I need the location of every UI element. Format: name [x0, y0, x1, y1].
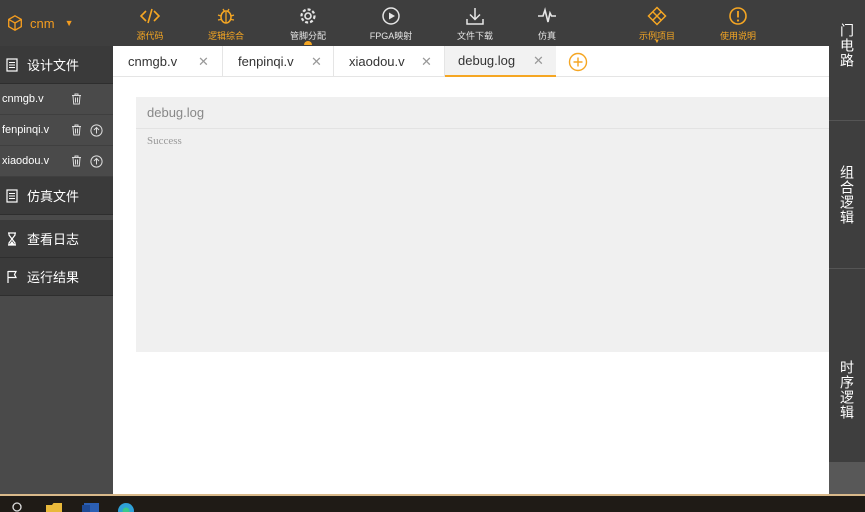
toolbar-label: FPGA映射 [369, 31, 413, 41]
add-tab-icon[interactable] [568, 52, 588, 72]
project-selector[interactable]: cnm ▼ [0, 0, 113, 46]
right-panel-label: 组合逻辑 [839, 165, 855, 225]
document-icon [6, 188, 18, 203]
flag-icon [7, 270, 17, 283]
upload-circle-icon[interactable] [90, 155, 103, 168]
trash-icon[interactable] [71, 155, 82, 167]
left-sidebar: 设计文件 cnmgb.v fenpinqi.v xiaodou.v 仿真文件 查… [0, 46, 113, 494]
toolbar-label: 文件下载 [456, 31, 493, 41]
editor-tab-bar: cnmgb.v ✕ fenpinqi.v ✕ xiaodou.v ✕ debug… [113, 46, 829, 77]
right-panel-gate-circuit[interactable]: 门电路 [829, 10, 865, 80]
tab-label: xiaodou.v [349, 54, 405, 69]
close-icon[interactable]: ✕ [311, 54, 322, 70]
document-icon [6, 57, 18, 72]
tab-label: debug.log [458, 53, 516, 68]
tab-xiaodou[interactable]: xiaodou.v ✕ [334, 46, 445, 77]
file-name: fenpinqi.v [2, 124, 50, 136]
search-icon[interactable] [12, 502, 24, 512]
right-panel-sequential-logic[interactable]: 时序逻辑 [829, 350, 865, 430]
sidebar-design-files[interactable]: 设计文件 [0, 46, 113, 84]
sidebar-view-log[interactable]: 查看日志 [0, 220, 113, 258]
diamond-grid-icon [647, 6, 667, 26]
right-panel-divider [829, 120, 865, 121]
trash-icon[interactable] [71, 124, 82, 136]
right-panel-footer [829, 462, 865, 494]
info-circle-icon [729, 7, 747, 25]
sidebar-section-label: 查看日志 [27, 232, 80, 247]
tab-debug-log[interactable]: debug.log ✕ [445, 46, 556, 77]
chevron-down-icon: ▼ [64, 18, 74, 28]
file-item[interactable]: fenpinqi.v [0, 115, 113, 146]
toolbar-label: 仿真 [537, 31, 556, 41]
file-item[interactable]: cnmgb.v [0, 84, 113, 115]
tab-label: cnmgb.v [128, 54, 178, 69]
download-icon [466, 8, 484, 25]
log-content: Success [147, 135, 182, 147]
file-name: xiaodou.v [2, 155, 50, 167]
top-toolbar: cnm ▼ 源代码 逻辑综合 管脚分配 FPGA映射 文件下载 仿真 示例项目 … [0, 0, 865, 46]
sidebar-run-result[interactable]: 运行结果 [0, 258, 113, 296]
browser-icon[interactable] [117, 502, 135, 512]
right-panel-combinational-logic[interactable]: 组合逻辑 [829, 155, 865, 235]
close-icon[interactable]: ✕ [421, 54, 432, 70]
tab-fenpinqi[interactable]: fenpinqi.v ✕ [223, 46, 334, 77]
toolbar-label: 逻辑综合 [207, 31, 244, 41]
tab-cnmgb[interactable]: cnmgb.v ✕ [113, 46, 223, 77]
folder-icon[interactable] [45, 502, 63, 512]
toolbar-logic-synthesis[interactable]: 逻辑综合 [191, 0, 261, 46]
toolbar-simulation[interactable]: 仿真 [512, 0, 582, 46]
file-item[interactable]: xiaodou.v [0, 146, 113, 177]
toolbar-user-guide[interactable]: 使用说明 [703, 0, 773, 46]
gear-icon [300, 8, 316, 24]
chevron-down-icon: ▼ [654, 39, 660, 45]
word-icon[interactable] [82, 502, 100, 512]
toolbar-label: 使用说明 [719, 31, 756, 41]
bug-icon [217, 8, 235, 24]
project-name: cnm [30, 15, 55, 31]
close-icon[interactable]: ✕ [533, 53, 544, 69]
toolbar-example-projects[interactable]: 示例项目 ▼ [622, 0, 692, 46]
toolbar-label: 源代码 [136, 31, 164, 41]
active-indicator [304, 41, 312, 45]
file-name: cnmgb.v [2, 93, 44, 105]
right-panel: 门电路 组合逻辑 时序逻辑 [829, 0, 865, 494]
waveform-icon [538, 7, 556, 23]
toolbar-fpga-mapping[interactable]: FPGA映射 [356, 0, 426, 46]
sidebar-sim-files[interactable]: 仿真文件 [0, 177, 113, 215]
sidebar-section-label: 设计文件 [27, 58, 80, 73]
toolbar-file-download[interactable]: 文件下载 [440, 0, 510, 46]
sidebar-section-label: 运行结果 [27, 270, 80, 285]
right-panel-label: 时序逻辑 [839, 360, 855, 420]
toolbar-source-code[interactable]: 源代码 [115, 0, 185, 46]
code-icon [140, 8, 160, 24]
right-panel-label: 门电路 [839, 22, 855, 68]
cube-icon [8, 15, 22, 31]
sidebar-section-label: 仿真文件 [27, 189, 80, 204]
log-title: debug.log [136, 97, 829, 129]
close-icon[interactable]: ✕ [198, 54, 209, 70]
toolbar-pin-assignment[interactable]: 管脚分配 [273, 0, 343, 46]
tab-label: fenpinqi.v [238, 54, 294, 69]
hourglass-icon [8, 231, 16, 246]
os-taskbar [0, 494, 865, 512]
upload-circle-icon[interactable] [90, 124, 103, 137]
right-panel-divider [829, 268, 865, 269]
play-icon [382, 7, 400, 25]
log-panel: debug.log Success [136, 97, 829, 352]
trash-icon[interactable] [71, 93, 82, 105]
